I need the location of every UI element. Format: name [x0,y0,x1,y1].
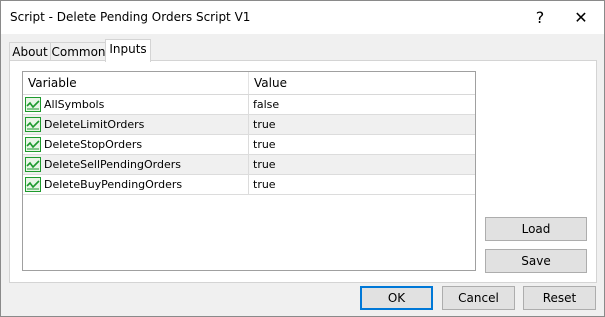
dialog-window: Script - Delete Pending Orders Script V1… [0,0,605,317]
variable-name: DeleteBuyPendingOrders [44,178,183,191]
ok-button[interactable]: OK [360,286,433,310]
column-header-value[interactable]: Value [249,72,287,94]
close-button[interactable]: ✕ [569,6,593,28]
cancel-button[interactable]: Cancel [442,286,515,310]
table-row[interactable]: DeleteBuyPendingOrders true [23,175,475,195]
boolean-parameter-icon [25,177,41,192]
boolean-parameter-icon [25,117,41,132]
variable-value[interactable]: true [253,115,276,134]
title-bar[interactable]: Script - Delete Pending Orders Script V1… [1,1,604,34]
variable-name: AllSymbols [44,98,105,111]
inputs-grid: Variable Value AllSymbols false DeleteLi… [22,71,476,271]
tab-about[interactable]: About [9,42,51,62]
help-button[interactable]: ? [528,6,552,28]
column-header-variable[interactable]: Variable [23,72,248,94]
tab-inputs[interactable]: Inputs [105,39,151,62]
variable-name: DeleteStopOrders [44,138,143,151]
inputs-panel: Variable Value AllSymbols false DeleteLi… [9,60,597,283]
variable-value[interactable]: true [253,135,276,154]
variable-value[interactable]: true [253,155,276,174]
load-button[interactable]: Load [485,217,587,241]
variable-cell: DeleteSellPendingOrders [23,155,249,174]
table-row[interactable]: DeleteSellPendingOrders true [23,155,475,175]
boolean-parameter-icon [25,157,41,172]
save-button[interactable]: Save [485,249,587,273]
boolean-parameter-icon [25,97,41,112]
boolean-parameter-icon [25,137,41,152]
variable-name: DeleteSellPendingOrders [44,158,181,171]
window-title: Script - Delete Pending Orders Script V1 [10,10,251,24]
table-row[interactable]: DeleteLimitOrders true [23,115,475,135]
grid-header: Variable Value [23,72,475,95]
variable-value[interactable]: false [253,95,279,114]
variable-cell: DeleteStopOrders [23,135,249,154]
table-row[interactable]: DeleteStopOrders true [23,135,475,155]
variable-cell: DeleteLimitOrders [23,115,249,134]
tab-common[interactable]: Common [50,42,107,62]
variable-cell: DeleteBuyPendingOrders [23,175,249,194]
variable-value[interactable]: true [253,175,276,194]
variable-name: DeleteLimitOrders [44,118,145,131]
reset-button[interactable]: Reset [523,286,596,310]
table-row[interactable]: AllSymbols false [23,95,475,115]
variable-cell: AllSymbols [23,95,249,114]
